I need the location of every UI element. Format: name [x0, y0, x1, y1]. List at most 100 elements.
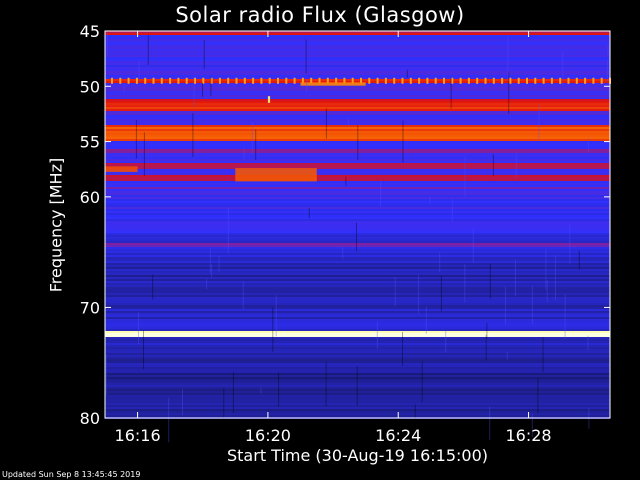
heatmap-row [105, 67, 610, 69]
heatmap-row [105, 61, 610, 63]
noise-streak [418, 274, 420, 314]
noise-streak [278, 372, 280, 407]
heatmap-row [105, 315, 610, 317]
heatmap-row [105, 39, 610, 41]
heatmap-row [105, 179, 610, 181]
noise-streak [402, 120, 404, 163]
noise-streak [464, 264, 466, 303]
noise-streak [260, 387, 262, 394]
heatmap-row [105, 75, 610, 77]
noise-streak [538, 104, 540, 140]
noise-streak [507, 35, 509, 82]
band-dot [476, 77, 479, 84]
burst [105, 166, 138, 172]
noise-streak [569, 224, 571, 264]
noise-streak [251, 122, 253, 155]
heatmap-row [105, 105, 610, 107]
band-dot [293, 77, 296, 84]
heatmap-row [105, 225, 610, 227]
heatmap-row [105, 243, 610, 245]
noise-streak [402, 331, 403, 366]
heatmap-row [105, 63, 610, 65]
noise-streak [342, 247, 344, 260]
noise-streak [489, 263, 491, 299]
heatmap-row [105, 191, 610, 193]
band-dot [584, 77, 587, 84]
heatmap-row [105, 173, 610, 175]
noise-streak [347, 118, 349, 127]
band-dot [135, 77, 138, 84]
noise-streak [123, 83, 125, 93]
heatmap-row [105, 339, 610, 341]
heatmap-row [105, 307, 610, 309]
band-dot [409, 77, 412, 84]
noise-streak [107, 33, 109, 56]
heatmap-row [105, 101, 610, 103]
heatmap-row [105, 327, 610, 329]
heatmap-row [105, 317, 610, 319]
heatmap-row [105, 175, 610, 177]
heatmap-row [105, 211, 610, 213]
noise-streak [464, 156, 466, 198]
noise-streak [450, 77, 452, 109]
noise-streak [275, 295, 277, 337]
heatmap-row [105, 305, 610, 307]
x-tick-label: 16:24 [375, 426, 421, 445]
heatmap-row [105, 233, 610, 235]
heatmap-row [105, 109, 610, 111]
heatmap-row [105, 345, 610, 347]
noise-streak [272, 307, 274, 352]
heatmap-row [105, 263, 610, 265]
band-dot [467, 77, 470, 84]
heatmap-row [105, 409, 610, 411]
heatmap-row [105, 99, 610, 101]
heatmap-row [105, 93, 610, 95]
heatmap-row [105, 205, 610, 207]
noise-streak [485, 334, 487, 361]
noise-streak [515, 154, 517, 179]
heatmap-row [105, 57, 610, 59]
noise-streak [152, 274, 154, 300]
noise-streak [588, 408, 590, 429]
heatmap-row [105, 405, 610, 407]
noise-streak [209, 248, 211, 274]
heatmap-row [105, 251, 610, 253]
heatmap-row [105, 65, 610, 67]
heatmap-row [105, 287, 610, 289]
y-tick-label: 60 [80, 188, 100, 207]
band-dot [277, 77, 279, 84]
heatmap-row [105, 261, 610, 263]
band-dot [509, 77, 512, 84]
heatmap-row [105, 111, 610, 113]
heatmap [105, 31, 610, 419]
heatmap-row [105, 283, 610, 285]
noise-streak [506, 351, 508, 360]
band-dot [185, 77, 188, 84]
band-dot [550, 77, 553, 84]
heatmap-row [105, 103, 610, 105]
noise-streak [227, 207, 229, 254]
noise-streak [531, 285, 533, 325]
noise-streak [211, 264, 213, 277]
noise-streak [515, 259, 516, 296]
heatmap-row [105, 73, 610, 75]
noise-streak [440, 275, 442, 312]
noise-streak [182, 389, 183, 416]
heatmap-row [105, 329, 610, 331]
heatmap-row [105, 323, 610, 325]
band-dot [160, 77, 163, 84]
band-dot [393, 77, 396, 84]
y-tick-label: 80 [80, 409, 100, 428]
heatmap-row [105, 59, 610, 61]
noise-streak [143, 330, 144, 369]
y-tick-label: 55 [80, 133, 100, 152]
heatmap-row [105, 231, 610, 233]
heatmap-row [105, 301, 610, 303]
heatmap-row [105, 213, 610, 215]
heatmap-row [105, 355, 610, 357]
noise-streak [325, 361, 327, 407]
x-tick-label: 16:28 [505, 426, 551, 445]
noise-streak [472, 228, 474, 263]
heatmap-row [105, 331, 610, 333]
noise-streak [425, 306, 427, 334]
